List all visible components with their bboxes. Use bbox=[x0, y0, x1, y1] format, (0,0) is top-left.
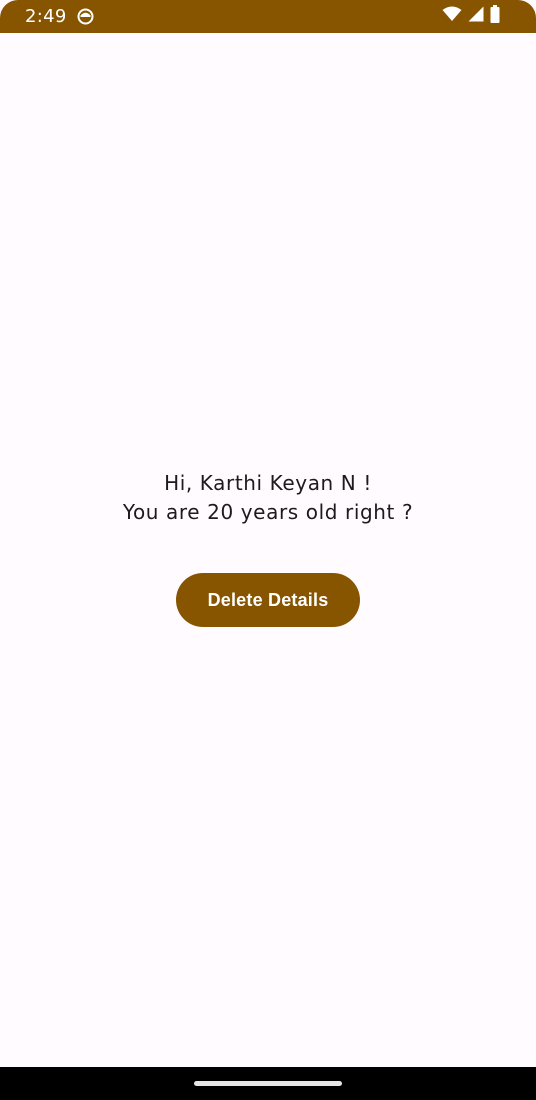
delete-details-button[interactable]: Delete Details bbox=[176, 573, 360, 627]
greeting-name-line: Hi, Karthi Keyan N ! bbox=[164, 471, 372, 495]
home-gesture-handle[interactable] bbox=[194, 1081, 342, 1086]
main-content: Hi, Karthi Keyan N ! You are 20 years ol… bbox=[0, 33, 536, 1067]
wifi-icon bbox=[442, 6, 462, 26]
app-screen: 2:49 Hi, Karthi Keyan N ! You are 20 yea… bbox=[0, 0, 536, 1100]
android-notification-icon bbox=[77, 8, 94, 25]
cell-signal-icon bbox=[468, 6, 484, 26]
greeting-age-line: You are 20 years old right ? bbox=[122, 500, 414, 524]
greeting-text: Hi, Karthi Keyan N ! You are 20 years ol… bbox=[0, 469, 536, 527]
battery-icon bbox=[490, 5, 500, 27]
status-time: 2:49 bbox=[25, 6, 67, 27]
status-icons bbox=[442, 5, 500, 27]
navigation-bar bbox=[0, 1067, 536, 1100]
status-bar: 2:49 bbox=[0, 0, 536, 33]
